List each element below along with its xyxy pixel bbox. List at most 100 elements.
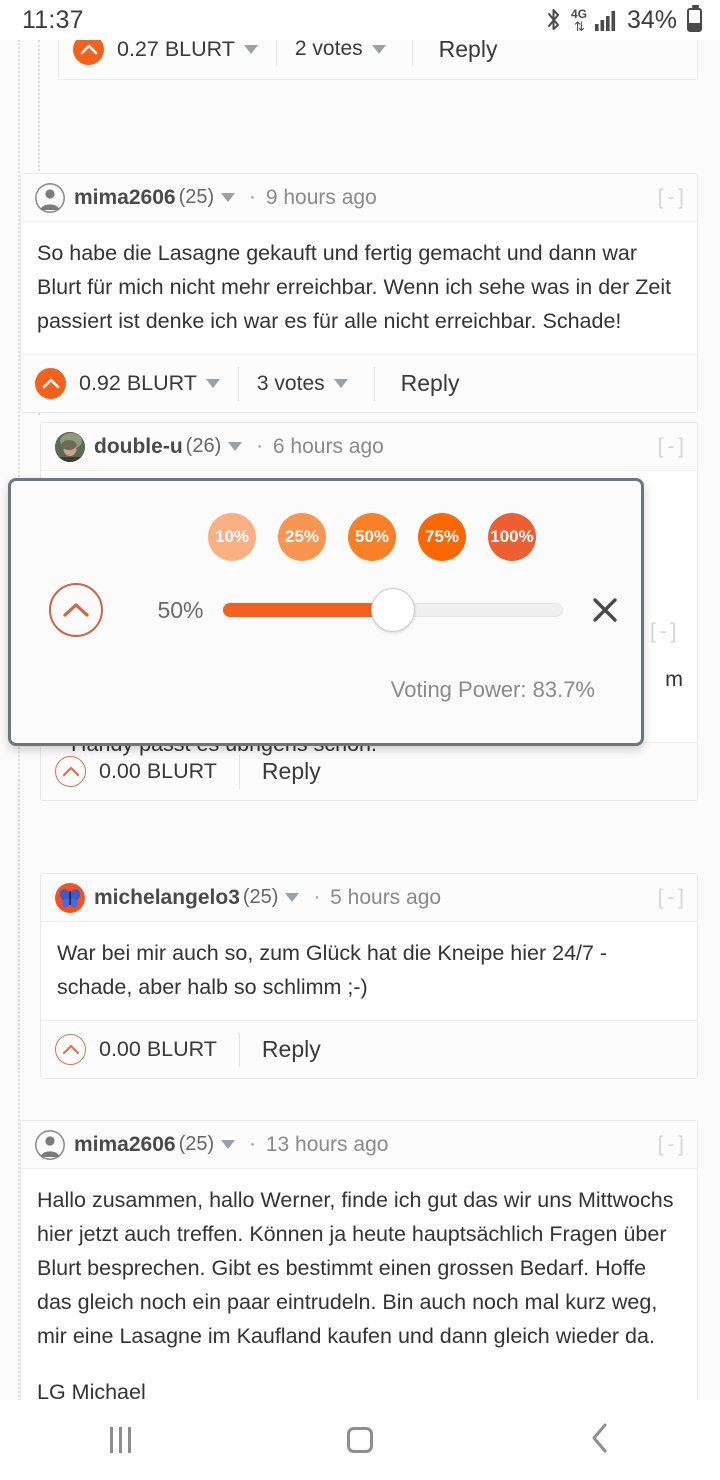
collapse-toggle[interactable]: [ - ] — [658, 186, 684, 210]
signal-bars-icon — [594, 8, 618, 32]
author-reputation: (25) — [178, 1133, 215, 1155]
payout-value[interactable]: 0.92 BLURT — [79, 371, 197, 396]
payout-value[interactable]: 0.00 BLURT — [99, 1037, 217, 1062]
timestamp[interactable]: 5 hours ago — [330, 886, 441, 910]
home-icon — [347, 1427, 373, 1453]
vote-weight-label: 50% — [157, 596, 204, 623]
data-transfer-icon: 4G ⇅ — [571, 8, 587, 33]
collapse-toggle[interactable]: [ - ] — [658, 1133, 684, 1157]
android-navigation-bar — [0, 1400, 720, 1480]
separator-dot: · — [249, 1133, 256, 1155]
timestamp[interactable]: 9 hours ago — [266, 186, 377, 210]
comment-footer[interactable]: 0.92 BLURT 3 votes Reply — [21, 354, 697, 412]
comment-card-michelangelo3-5h[interactable]: michelangelo3 (25) · 5 hours ago [ - ] W… — [40, 873, 698, 1079]
vote-preset-label: 25% — [284, 527, 320, 546]
payout-value[interactable]: 0.00 BLURT — [99, 759, 217, 784]
vote-preset-10[interactable]: 10% — [208, 513, 256, 561]
default-person-avatar[interactable] — [35, 182, 65, 213]
chevron-down-icon[interactable] — [333, 379, 348, 388]
vote-preset-75[interactable]: 75% — [418, 513, 466, 561]
author-name[interactable]: michelangelo3 — [94, 886, 240, 910]
reply-button[interactable]: Reply — [262, 758, 321, 785]
chevron-down-icon[interactable] — [371, 44, 386, 54]
comment-paragraph: Hallo zusammen, hallo Werner, finde ich … — [37, 1188, 674, 1348]
chevron-down-icon[interactable] — [228, 442, 243, 451]
vote-slider-popup[interactable]: 10% 25% 50% 75% 100% 50% Voting Power: 8… — [8, 478, 644, 746]
back-button[interactable] — [540, 1400, 660, 1480]
timestamp[interactable]: 13 hours ago — [266, 1133, 389, 1157]
author-name[interactable]: mima2606 — [74, 186, 176, 210]
collapse-toggle[interactable]: [ - ] — [658, 435, 684, 459]
chevron-down-icon[interactable] — [285, 893, 300, 902]
battery-icon — [687, 5, 702, 32]
collapse-toggle-hidden-comment[interactable]: [ - ] — [650, 620, 676, 644]
close-icon[interactable] — [589, 593, 621, 627]
reply-button[interactable]: Reply — [401, 370, 460, 397]
comment-thread-scroll[interactable]: 0.27 BLURT 2 votes Reply mima2606 (25) ·… — [0, 40, 720, 1440]
comment-paragraph: War bei mir auch so, zum Glück hat die K… — [57, 941, 608, 999]
votes-count[interactable]: 2 votes — [295, 40, 363, 61]
up-down-arrows-icon: ⇅ — [573, 18, 585, 34]
vote-slider-row: 50% — [11, 583, 641, 637]
comment-body: Hallo zusammen, hallo Werner, finde ich … — [21, 1169, 697, 1425]
vote-preset-label: 75% — [424, 527, 460, 546]
separator-dot: · — [256, 435, 263, 457]
vote-preset-row: 10% 25% 50% 75% 100% — [11, 513, 641, 561]
payout-value[interactable]: 0.27 BLURT — [117, 40, 235, 62]
comment-text-clipped-fragment: m — [665, 667, 683, 691]
vote-preset-100[interactable]: 100% — [488, 513, 536, 561]
home-button[interactable] — [300, 1400, 420, 1480]
network-type-label: 4G — [570, 6, 587, 21]
comment-body: War bei mir auch so, zum Glück hat die K… — [41, 922, 697, 1020]
comment-paragraph: So habe die Lasagne gekauft und fertig g… — [37, 241, 672, 333]
divider — [411, 40, 413, 66]
comment-footer[interactable]: 0.00 BLURT Reply — [41, 1020, 697, 1078]
status-bar: 11:37 4G ⇅ 34% — [0, 0, 720, 40]
divider — [238, 1032, 240, 1067]
slider-thumb[interactable] — [371, 588, 415, 632]
vote-preset-50[interactable]: 50% — [348, 513, 396, 561]
author-name[interactable]: mima2606 — [74, 1133, 176, 1157]
vote-preset-label: 10% — [214, 527, 250, 546]
bluetooth-icon — [544, 7, 564, 33]
chevron-down-icon[interactable] — [243, 44, 258, 54]
battery-percent-label: 34% — [626, 5, 677, 34]
photo-avatar[interactable] — [55, 431, 85, 462]
chevron-down-icon[interactable] — [221, 193, 236, 202]
divider — [237, 366, 239, 401]
divider — [275, 40, 277, 66]
upvote-icon[interactable] — [73, 40, 104, 65]
reply-button[interactable]: Reply — [439, 40, 498, 63]
author-name[interactable]: double-u — [94, 435, 183, 459]
vote-preset-25[interactable]: 25% — [278, 513, 326, 561]
author-reputation: (25) — [242, 886, 279, 908]
chevron-down-icon[interactable] — [221, 1140, 236, 1149]
comment-footer[interactable]: 0.27 BLURT 2 votes Reply — [59, 40, 697, 79]
upvote-icon[interactable] — [55, 1034, 86, 1065]
upvote-icon[interactable] — [35, 368, 66, 399]
votes-count[interactable]: 3 votes — [257, 372, 325, 396]
comment-header: michelangelo3 (25) · 5 hours ago [ - ] — [41, 874, 697, 922]
confirm-upvote-button[interactable] — [49, 583, 103, 637]
comment-card-mima2606-13h[interactable]: mima2606 (25) · 13 hours ago [ - ] Hallo… — [20, 1120, 698, 1426]
thread-rail-level-2b — [18, 780, 20, 1070]
butterfly-avatar[interactable] — [55, 882, 85, 913]
timestamp[interactable]: 6 hours ago — [273, 435, 384, 459]
comment-header: double-u (26) · 6 hours ago [ - ] — [41, 423, 697, 471]
status-indicators: 4G ⇅ 34% — [544, 5, 702, 35]
default-person-avatar[interactable] — [35, 1129, 65, 1160]
slider-fill — [223, 603, 393, 617]
voting-power-label: Voting Power: 83.7% — [390, 677, 595, 702]
comment-card-mima2606-9h[interactable]: mima2606 (25) · 9 hours ago [ - ] So hab… — [20, 173, 698, 413]
vote-weight-slider[interactable] — [223, 588, 563, 632]
recents-button[interactable] — [60, 1400, 180, 1480]
collapse-toggle[interactable]: [ - ] — [658, 886, 684, 910]
comment-header: mima2606 (25) · 9 hours ago [ - ] — [21, 174, 697, 222]
separator-dot: · — [313, 886, 321, 908]
vote-preset-label: 50% — [354, 527, 390, 546]
author-reputation: (25) — [178, 186, 215, 208]
chevron-down-icon[interactable] — [205, 379, 220, 388]
comment-card-partial-top[interactable]: 0.27 BLURT 2 votes Reply — [58, 40, 698, 80]
reply-button[interactable]: Reply — [262, 1036, 321, 1063]
divider — [373, 366, 375, 401]
